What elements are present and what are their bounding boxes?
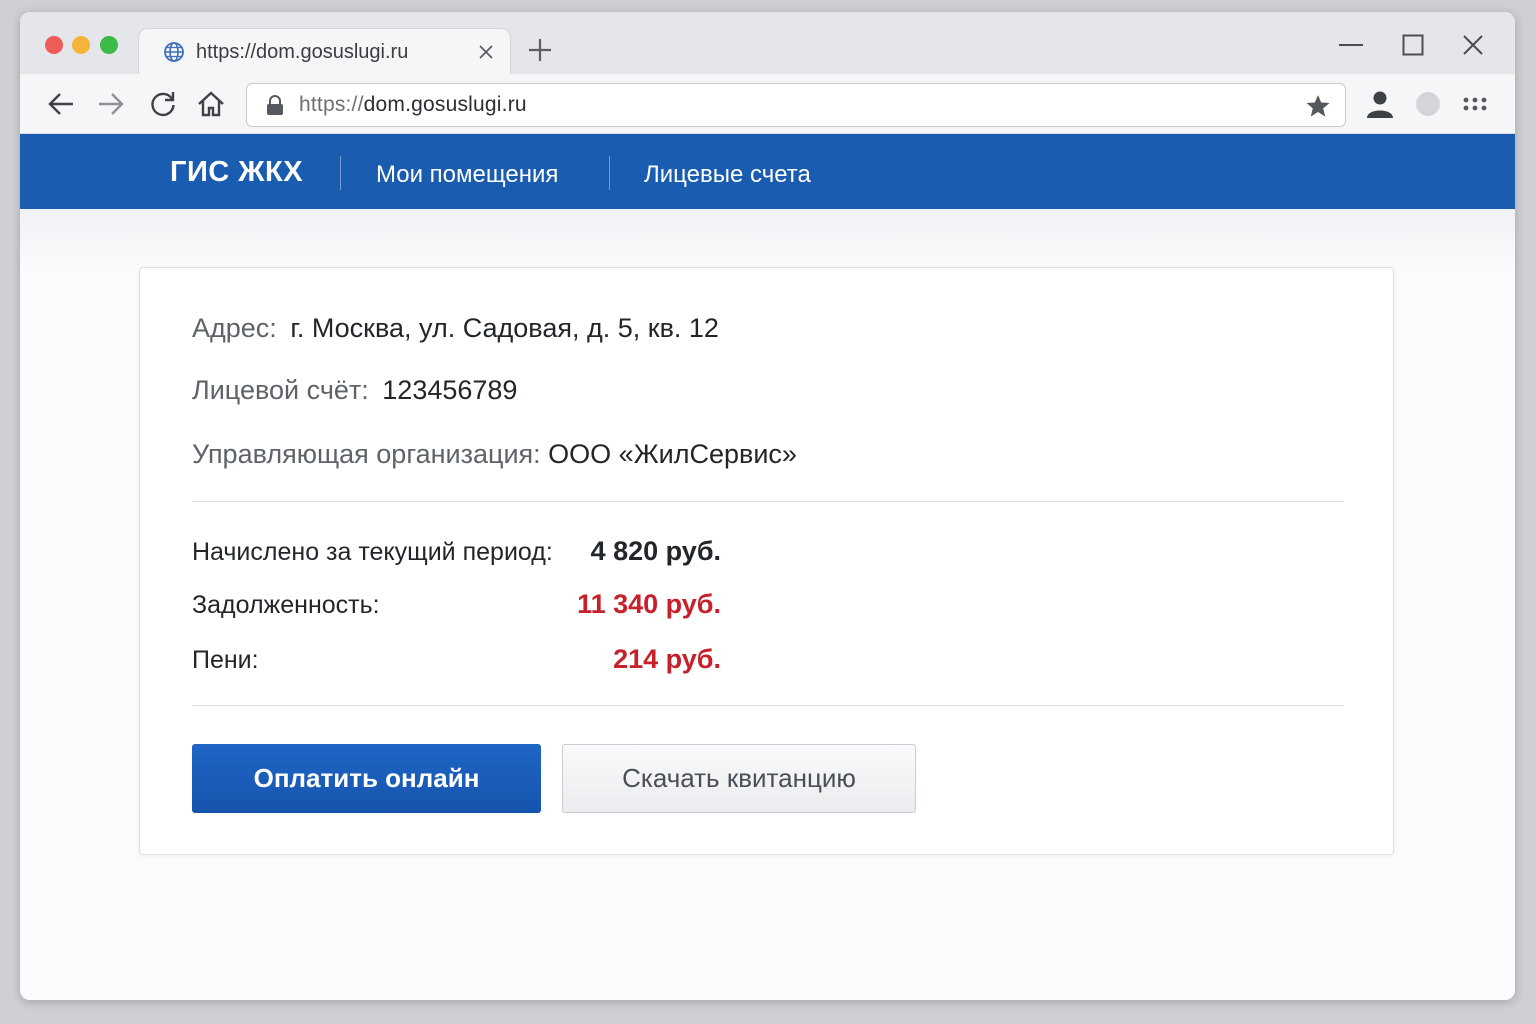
- minimize-icon[interactable]: [1338, 34, 1364, 61]
- maximize-icon[interactable]: [1402, 34, 1424, 61]
- plus-icon[interactable]: [526, 36, 554, 69]
- window-close-icon[interactable]: [1462, 34, 1484, 61]
- back-icon[interactable]: [46, 89, 76, 124]
- close-icon[interactable]: [476, 42, 496, 67]
- header-divider: [340, 156, 341, 190]
- management-org-row: Управляющая организация: ООО «ЖилСервис»: [192, 439, 797, 470]
- address-row: Адрес: г. Москва, ул. Садовая, д. 5, кв.…: [192, 313, 719, 344]
- zoom-window-dot[interactable]: [100, 36, 118, 54]
- url-text: https://dom.gosuslugi.ru: [299, 93, 527, 116]
- site-header: ГИС ЖКХ Мои помещения Лицевые счета: [20, 134, 1515, 209]
- section-divider: [192, 705, 1343, 706]
- header-divider: [609, 156, 610, 190]
- menu-icon[interactable]: [1461, 89, 1489, 124]
- address-bar[interactable]: https://dom.gosuslugi.ru: [246, 83, 1346, 127]
- current-charge-value: 4 820 руб.: [590, 536, 721, 566]
- home-icon[interactable]: [196, 89, 226, 124]
- extension-icon[interactable]: [1413, 89, 1443, 124]
- management-org-value: ООО «ЖилСервис»: [548, 439, 797, 469]
- account-number-label: Лицевой счёт:: [192, 375, 369, 405]
- account-card: Адрес: г. Москва, ул. Садовая, д. 5, кв.…: [139, 267, 1394, 855]
- penalty-label: Пени:: [192, 646, 259, 674]
- star-icon[interactable]: [1305, 93, 1331, 124]
- minimize-window-dot[interactable]: [72, 36, 90, 54]
- reload-icon[interactable]: [148, 89, 178, 124]
- close-window-dot[interactable]: [45, 36, 63, 54]
- browser-window: https://dom.gosuslugi.ru https://dom.gos…: [20, 12, 1515, 1000]
- browser-toolbar: https://dom.gosuslugi.ru: [20, 74, 1515, 134]
- profile-icon[interactable]: [1365, 89, 1395, 124]
- penalty-value: 214 руб.: [613, 644, 721, 674]
- current-charge-label: Начислено за текущий период:: [192, 538, 553, 566]
- account-number-value: 123456789: [382, 375, 518, 405]
- page-content: Адрес: г. Москва, ул. Садовая, д. 5, кв.…: [20, 209, 1515, 1000]
- lock-icon[interactable]: [265, 94, 285, 121]
- tab-title: https://dom.gosuslugi.ru: [196, 41, 409, 63]
- tab-strip: https://dom.gosuslugi.ru: [20, 12, 1515, 74]
- download-receipt-button[interactable]: Скачать квитанцию: [562, 744, 916, 813]
- account-number-row: Лицевой счёт: 123456789: [192, 375, 517, 406]
- site-logo[interactable]: ГИС ЖКХ: [170, 156, 303, 189]
- nav-personal-accounts[interactable]: Лицевые счета: [644, 161, 811, 189]
- debt-value: 11 340 руб.: [577, 589, 721, 619]
- globe-icon: [163, 41, 185, 68]
- section-divider: [192, 501, 1343, 502]
- management-org-label: Управляющая организация:: [192, 439, 541, 469]
- browser-tab[interactable]: https://dom.gosuslugi.ru: [138, 28, 511, 74]
- forward-icon[interactable]: [96, 89, 126, 124]
- address-value: г. Москва, ул. Садовая, д. 5, кв. 12: [290, 313, 719, 343]
- pay-online-button[interactable]: Оплатить онлайн: [192, 744, 541, 813]
- nav-my-premises[interactable]: Мои помещения: [376, 161, 558, 189]
- debt-label: Задолженность:: [192, 591, 380, 619]
- address-label: Адрес:: [192, 313, 277, 343]
